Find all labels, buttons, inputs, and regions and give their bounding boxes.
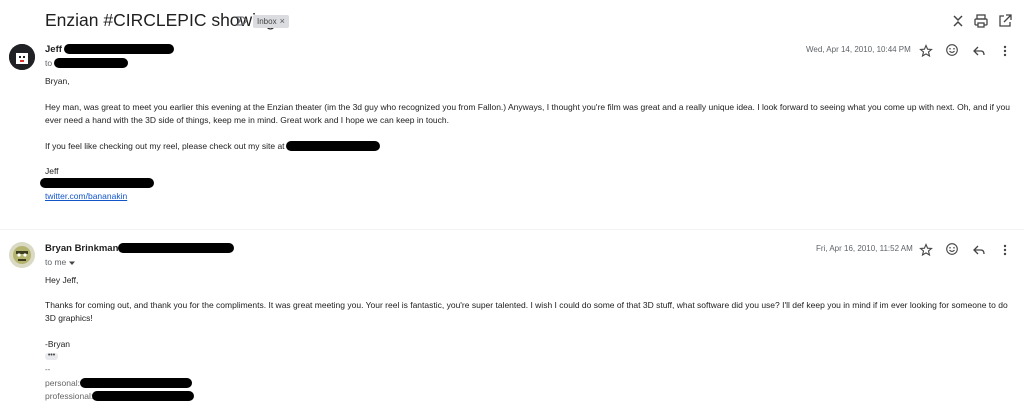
redacted-signature (40, 178, 154, 188)
signoff: -Bryan (45, 339, 71, 349)
message-date: Fri, Apr 16, 2010, 11:52 AM (816, 244, 913, 253)
redacted-link (286, 141, 380, 151)
message-greeting: Hey Jeff, (45, 275, 79, 285)
signature-name: Jeff (45, 166, 59, 176)
more-vert-icon[interactable] (998, 243, 1012, 257)
professional-label: professional: (45, 391, 94, 401)
sender-name: Jeff (45, 44, 62, 55)
message-date: Wed, Apr 14, 2010, 10:44 PM (806, 45, 911, 54)
redacted-email (118, 243, 234, 253)
print-icon[interactable] (973, 13, 989, 29)
reply-icon[interactable] (972, 243, 986, 257)
star-icon[interactable] (919, 44, 933, 58)
emoji-icon[interactable] (945, 242, 959, 256)
personal-label: personal: (45, 378, 80, 388)
sender-name: Bryan Brinkman (45, 243, 119, 254)
label-important-icon[interactable] (236, 15, 248, 27)
sender-avatar[interactable] (9, 242, 35, 268)
emoji-icon[interactable] (945, 43, 959, 57)
redacted-professional (92, 391, 194, 401)
sender-avatar[interactable] (9, 44, 35, 70)
more-vert-icon[interactable] (998, 44, 1012, 58)
signature-separator: -- (45, 365, 51, 374)
star-icon[interactable] (919, 243, 933, 257)
reply-icon[interactable] (972, 44, 986, 58)
signature-link[interactable]: twitter.com/bananakin (45, 191, 127, 201)
redacted-personal (80, 378, 192, 388)
redacted-recipient (54, 58, 128, 68)
recipient-label: to (45, 58, 53, 68)
inbox-label-text: Inbox (257, 17, 277, 26)
inbox-label-chip: Inbox × (253, 15, 289, 28)
message-paragraph: Hey man, was great to meet you earlier t… (45, 102, 1010, 125)
redacted-email (64, 44, 174, 54)
message-greeting: Bryan, (45, 76, 70, 86)
message-divider (0, 229, 1024, 230)
chevron-down-icon[interactable] (68, 259, 76, 267)
recipient-label[interactable]: to me (45, 257, 66, 267)
show-trimmed-button[interactable]: ••• (45, 352, 58, 360)
open-in-new-icon[interactable] (997, 13, 1013, 29)
message-paragraph: Thanks for coming out, and thank you for… (45, 300, 1008, 323)
message-paragraph: If you feel like checking out my reel, p… (45, 141, 285, 151)
remove-label-button[interactable]: × (280, 15, 285, 28)
collapse-icon[interactable] (950, 13, 966, 29)
